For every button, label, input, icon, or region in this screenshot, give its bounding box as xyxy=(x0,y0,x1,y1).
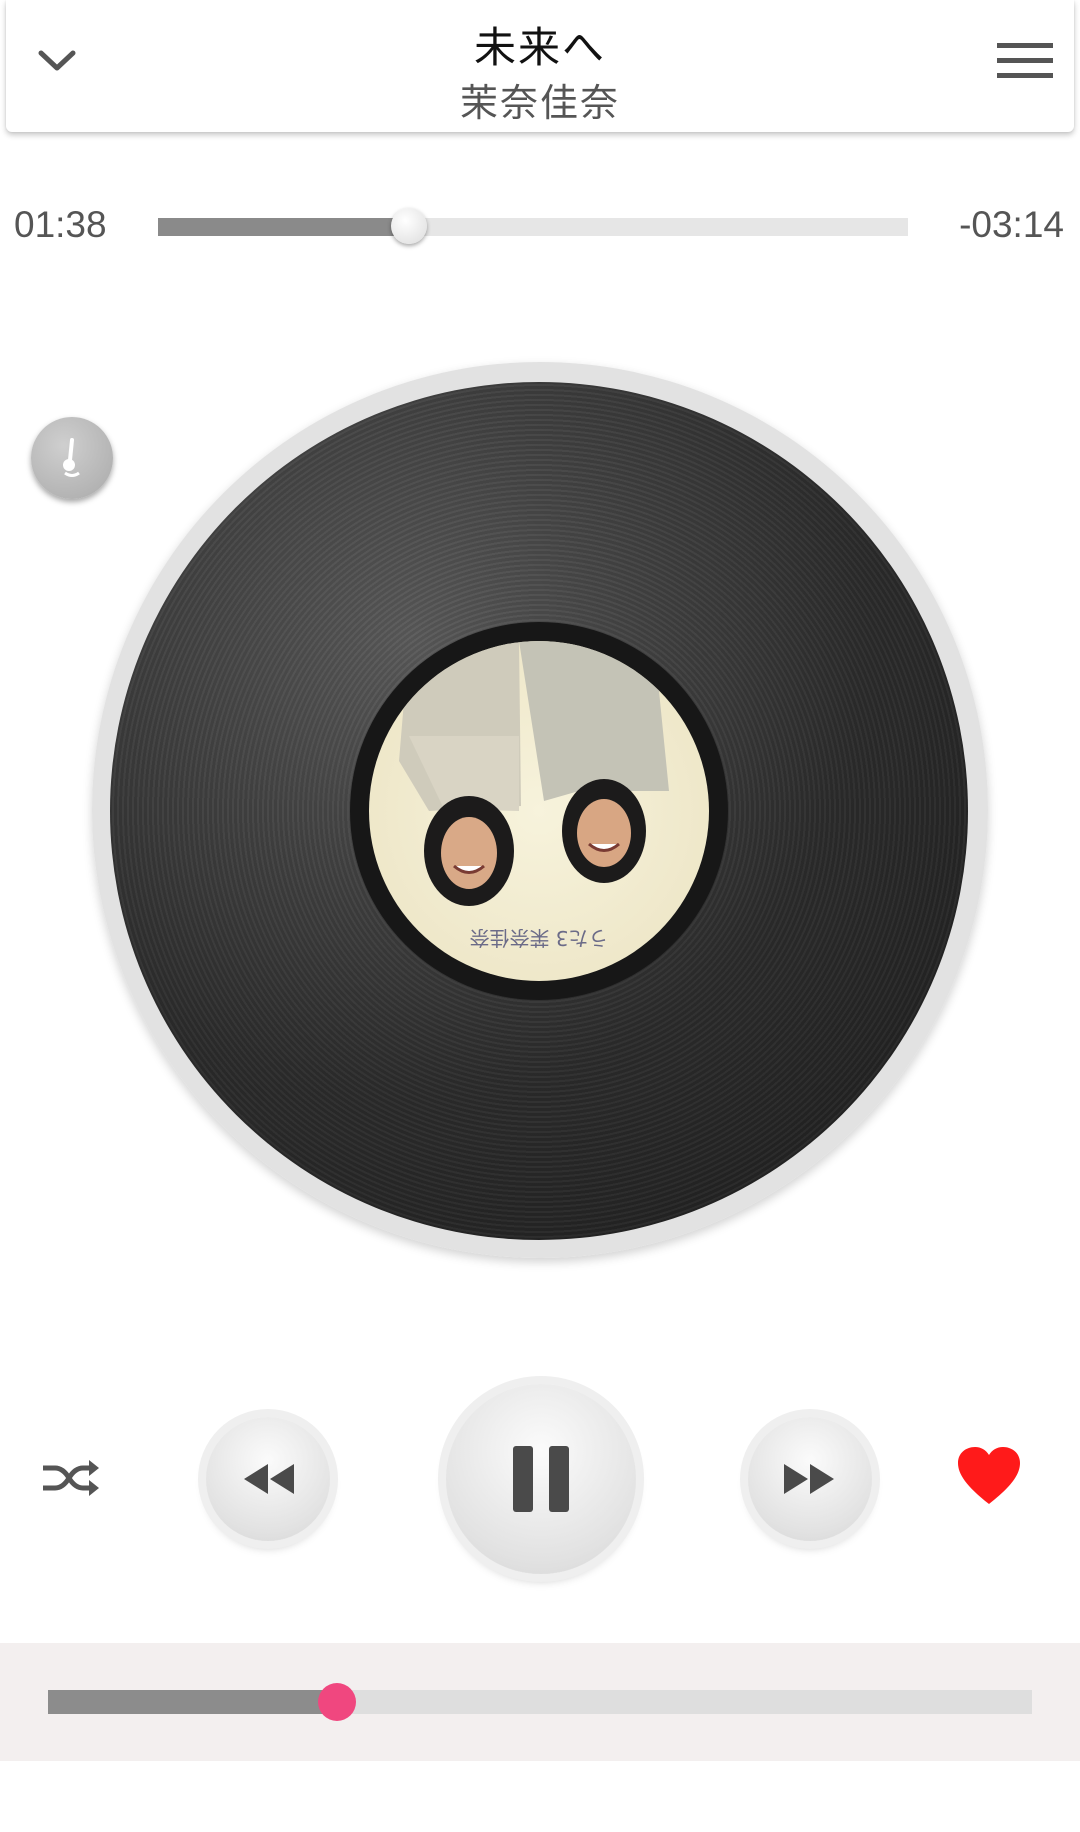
favorite-button[interactable] xyxy=(956,1446,1022,1506)
next-track-button[interactable] xyxy=(748,1417,872,1541)
artist-name: 茉奈佳奈 xyxy=(459,81,620,125)
song-title: 未来へ xyxy=(473,23,606,72)
heart-icon xyxy=(958,1447,1020,1504)
volume-fill xyxy=(48,1690,338,1714)
record-disc: うた3 茉奈佳奈 xyxy=(110,382,968,1240)
shuffle-icon xyxy=(43,1460,99,1496)
hamburger-menu-icon xyxy=(997,43,1053,78)
album-caption: うた3 茉奈佳奈 xyxy=(469,926,608,950)
playback-progress-bar[interactable] xyxy=(158,208,908,244)
previous-track-button[interactable] xyxy=(206,1417,330,1541)
record-label-ring: うた3 茉奈佳奈 xyxy=(350,622,728,1000)
elapsed-time: 01:38 xyxy=(14,204,107,245)
album-photo: うた3 茉奈佳奈 xyxy=(369,641,709,981)
vinyl-record: うた3 茉奈佳奈 xyxy=(92,362,988,1258)
volume-panel xyxy=(0,1643,1080,1761)
fast-forward-icon xyxy=(784,1464,834,1494)
shuffle-button[interactable] xyxy=(36,1448,104,1508)
rewind-icon xyxy=(244,1464,294,1494)
remaining-time: -03:14 xyxy=(959,204,1064,245)
pause-icon xyxy=(513,1446,569,1512)
menu-button[interactable] xyxy=(992,28,1058,94)
metronome-icon xyxy=(63,438,80,477)
volume-thumb[interactable] xyxy=(318,1683,357,1721)
now-playing-header: 未来へ 茉奈佳奈 xyxy=(6,0,1074,132)
album-art: うた3 茉奈佳奈 xyxy=(369,641,709,981)
play-pause-button[interactable] xyxy=(446,1384,636,1574)
progress-thumb[interactable] xyxy=(391,208,428,244)
volume-slider[interactable] xyxy=(48,1683,1032,1721)
progress-fill xyxy=(158,218,410,236)
